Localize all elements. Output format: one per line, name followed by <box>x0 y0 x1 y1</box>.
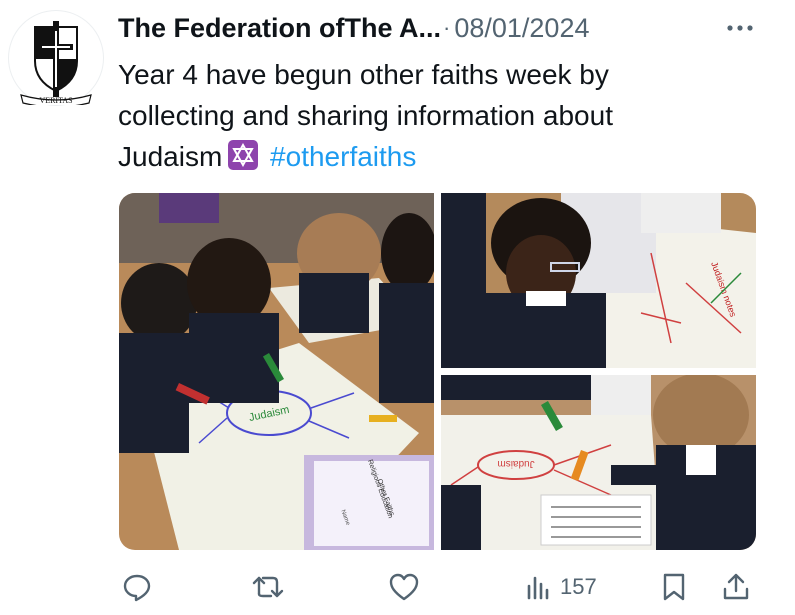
share-button[interactable] <box>721 570 751 604</box>
photo-students-writing-notes[interactable]: Judaism <box>441 373 756 550</box>
reply-button[interactable] <box>122 570 152 604</box>
repost-button[interactable] <box>251 570 285 604</box>
bookmark-button[interactable] <box>661 570 687 604</box>
sheet-word-br: Judaism <box>497 458 534 469</box>
tweet-text: Year 4 have begun other faiths week by c… <box>118 54 738 177</box>
hashtag-link[interactable]: #otherfaiths <box>270 141 416 172</box>
tweet-header: The Federation ofThe A... · 08/01/2024 <box>118 10 705 46</box>
more-icon <box>727 25 753 31</box>
reply-icon <box>123 574 151 602</box>
action-bar: 157 <box>0 562 795 612</box>
author-name[interactable]: The Federation ofThe A... <box>118 13 441 44</box>
views-count: 157 <box>560 574 597 599</box>
repost-icon <box>252 576 284 598</box>
tweet-text-line-1: Year 4 have begun other faiths week by <box>118 59 609 90</box>
views-button[interactable]: 157 <box>526 570 597 604</box>
heart-icon <box>389 573 419 601</box>
photo-student-with-poster[interactable]: Judaism notes <box>441 193 756 368</box>
school-crest-icon: VERITAS <box>20 21 92 108</box>
avatar-motto: VERITAS <box>39 96 72 105</box>
star-of-david-icon <box>228 140 259 170</box>
header-separator: · <box>443 15 451 40</box>
tweet-text-judaism: Judaism <box>118 141 223 172</box>
avatar[interactable]: VERITAS <box>8 10 104 108</box>
media-grid: Judaism Religious Education Other Faiths… <box>119 193 756 550</box>
like-button[interactable] <box>388 570 420 604</box>
more-options-button[interactable] <box>723 16 757 40</box>
bookmark-icon <box>663 573 685 601</box>
share-icon <box>723 573 749 600</box>
analytics-icon <box>527 576 549 600</box>
tweet-text-line-2: collecting and sharing information about <box>118 100 613 131</box>
tweet-text-line-3: Judaism #otherfaiths <box>118 136 738 177</box>
photo-students-drawing-mindmap[interactable]: Judaism Religious Education Other Faiths… <box>119 193 437 550</box>
tweet-date[interactable]: 08/01/2024 <box>454 13 589 44</box>
